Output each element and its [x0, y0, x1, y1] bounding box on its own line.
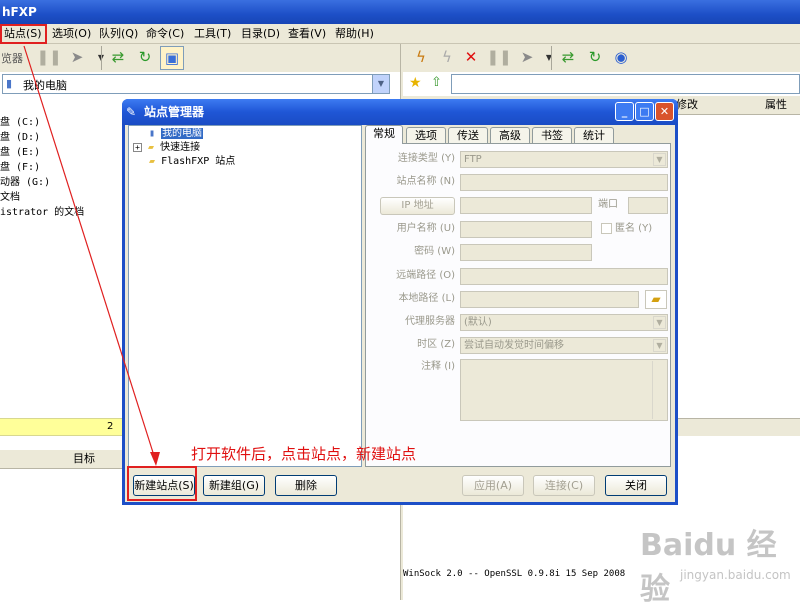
watermark-logo: Baidu 经验: [640, 528, 777, 607]
watermark-url: jingyan.baidu.com: [680, 568, 791, 582]
annotation-text: 打开软件后，点击站点，新建站点: [191, 445, 417, 463]
tab-general[interactable]: 常规: [365, 125, 403, 144]
annotation-arrow: [23, 45, 160, 466]
